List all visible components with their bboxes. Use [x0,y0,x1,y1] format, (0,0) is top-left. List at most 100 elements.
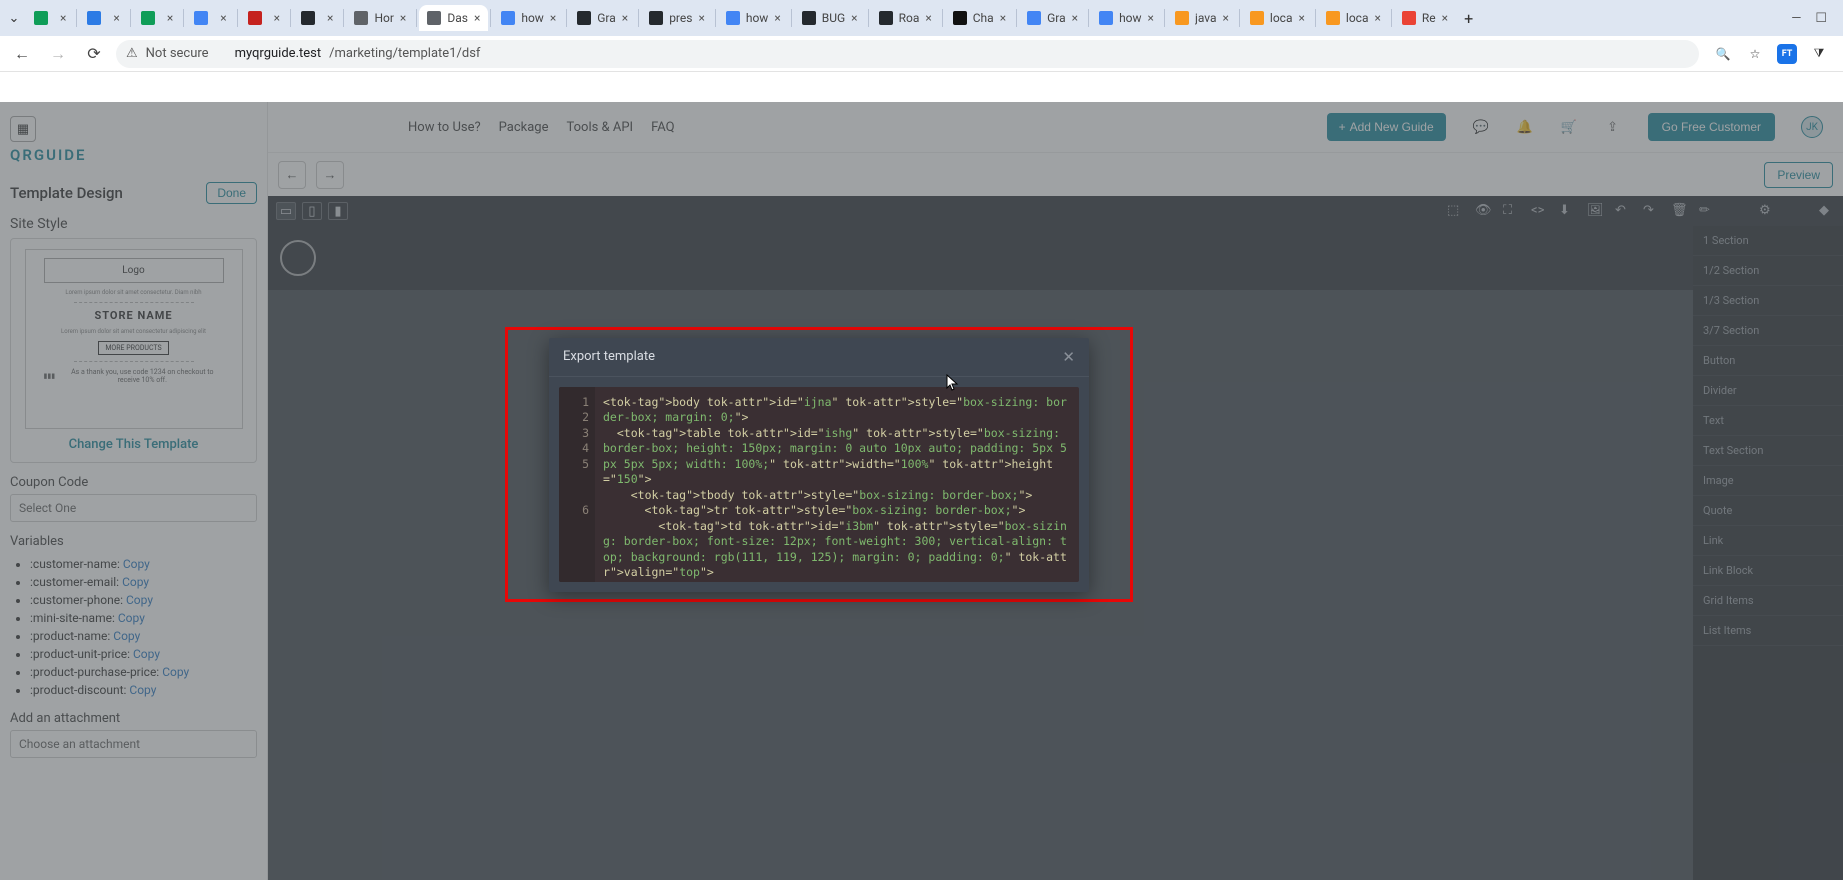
browser-tab[interactable]: Hor× [346,5,414,31]
tab-close-icon[interactable]: × [1000,11,1006,25]
tab-close-icon[interactable]: × [1374,11,1380,25]
extension-badge[interactable]: FT [1777,44,1797,64]
variable-copy-link[interactable]: Copy [129,683,156,697]
device-mobile-icon[interactable]: ▮ [328,202,348,220]
export-code-box[interactable]: 123456 <tok-tag">body tok-attr">id="ijna… [559,387,1079,582]
variable-copy-link[interactable]: Copy [162,665,189,679]
browser-tab[interactable]: Das× [419,5,488,31]
tab-close-icon[interactable]: × [1148,11,1154,25]
tab-close-icon[interactable]: × [1442,11,1448,25]
nav-forward-icon[interactable]: → [44,44,72,64]
variable-copy-link[interactable]: Copy [118,611,145,625]
done-button[interactable]: Done [206,182,257,204]
coupon-select[interactable]: Select One [10,494,257,522]
tab-close-icon[interactable]: × [1223,11,1229,25]
add-new-guide-button[interactable]: + Add New Guide [1327,113,1446,141]
component-item[interactable]: 3/7 Section [1693,316,1843,346]
component-item[interactable]: Link Block [1693,556,1843,586]
tab-close-icon[interactable]: × [327,11,333,25]
browser-tab[interactable]: loca× [1242,5,1313,31]
variable-copy-link[interactable]: Copy [133,647,160,661]
delete-icon[interactable]: 🗑 [1671,203,1687,219]
component-item[interactable]: Text Section [1693,436,1843,466]
settings-icon[interactable]: ⚙ [1759,203,1775,219]
nav-reload-icon[interactable]: ⟳ [80,44,108,63]
component-item[interactable]: 1/2 Section [1693,256,1843,286]
variable-copy-link[interactable]: Copy [122,575,149,589]
browser-tab[interactable]: Re× [1394,5,1456,31]
attachment-select[interactable]: Choose an attachment [10,730,257,758]
redo-icon[interactable]: ↷ [1643,203,1659,219]
tab-close-icon[interactable]: × [1299,11,1305,25]
new-tab-button[interactable]: + [1458,9,1479,28]
browser-tab[interactable]: pres× [641,5,713,31]
tab-close-icon[interactable]: × [274,11,280,25]
component-item[interactable]: Link [1693,526,1843,556]
component-item[interactable]: Divider [1693,376,1843,406]
tab-close-icon[interactable]: × [851,11,857,25]
tab-close-icon[interactable]: × [474,11,480,25]
bookmark-star-icon[interactable]: ☆ [1745,44,1765,64]
browser-tab[interactable]: × [240,5,288,31]
browser-tab[interactable]: Roa× [871,5,940,31]
code-icon[interactable]: <> [1531,203,1547,219]
variable-copy-link[interactable]: Copy [126,593,153,607]
tab-close-icon[interactable]: × [774,11,780,25]
avatar[interactable]: JK [1801,116,1823,138]
window-maximize-icon[interactable]: ☐ [1815,11,1827,26]
component-item[interactable]: Button [1693,346,1843,376]
image-icon[interactable]: 🖼 [1587,203,1603,219]
tab-close-icon[interactable]: × [400,11,406,25]
download-icon[interactable]: ⬇ [1559,203,1575,219]
fullscreen-icon[interactable]: ⛶ [1503,203,1519,219]
component-item[interactable]: Image [1693,466,1843,496]
component-item[interactable]: Quote [1693,496,1843,526]
visibility-icon[interactable]: 👁 [1475,203,1491,219]
browser-tab[interactable]: how× [718,5,789,31]
browser-tab[interactable]: × [293,5,341,31]
tab-dropdown-icon[interactable]: ⌄ [4,11,24,26]
device-tablet-icon[interactable]: ▯ [302,202,322,220]
bell-icon[interactable]: 🔔 [1516,118,1534,136]
component-item[interactable]: Grid Items [1693,586,1843,616]
tab-close-icon[interactable]: × [622,11,628,25]
browser-tab[interactable]: × [186,5,234,31]
tab-close-icon[interactable]: × [925,11,931,25]
undo-icon[interactable]: ↶ [1615,203,1631,219]
tab-close-icon[interactable]: × [60,11,66,25]
variable-copy-link[interactable]: Copy [123,557,150,571]
component-item[interactable]: 1 Section [1693,226,1843,256]
nav-link[interactable]: Tools & API [567,120,634,135]
browser-tab[interactable]: how× [493,5,564,31]
tab-close-icon[interactable]: × [220,11,226,25]
browser-tab[interactable]: how× [1091,5,1162,31]
cart-icon[interactable]: 🛒 [1560,118,1578,136]
url-input[interactable]: ⚠ Not secure myqrguide.test/marketing/te… [116,40,1699,68]
chat-icon[interactable]: 💬 [1472,118,1490,136]
browser-tab[interactable]: Cha× [945,5,1014,31]
nav-link[interactable]: How to Use? [408,120,481,135]
tab-close-icon[interactable]: × [113,11,119,25]
tab-close-icon[interactable]: × [1072,11,1078,25]
history-forward-button[interactable]: → [316,161,344,189]
layers-icon[interactable]: ◆ [1819,203,1835,219]
component-item[interactable]: List Items [1693,616,1843,646]
browser-tab[interactable]: java× [1167,5,1237,31]
browser-tab[interactable]: × [133,5,181,31]
nav-link[interactable]: FAQ [651,120,674,135]
browser-tab[interactable]: loca× [1318,5,1389,31]
browser-tab[interactable]: Gra× [1019,5,1086,31]
go-free-customer-button[interactable]: Go Free Customer [1648,113,1775,141]
history-back-button[interactable]: ← [278,161,306,189]
preview-button[interactable]: Preview [1764,162,1833,188]
share-icon[interactable]: ⇪ [1604,118,1622,136]
tab-close-icon[interactable]: × [550,11,556,25]
component-item[interactable]: 1/3 Section [1693,286,1843,316]
change-template-link[interactable]: Change This Template [69,437,199,452]
tab-close-icon[interactable]: × [698,11,704,25]
zoom-icon[interactable]: 🔍 [1713,44,1733,64]
component-item[interactable]: Text [1693,406,1843,436]
nav-back-icon[interactable]: ← [8,44,36,64]
device-desktop-icon[interactable]: ▭ [276,202,296,220]
nav-link[interactable]: Package [499,120,549,135]
